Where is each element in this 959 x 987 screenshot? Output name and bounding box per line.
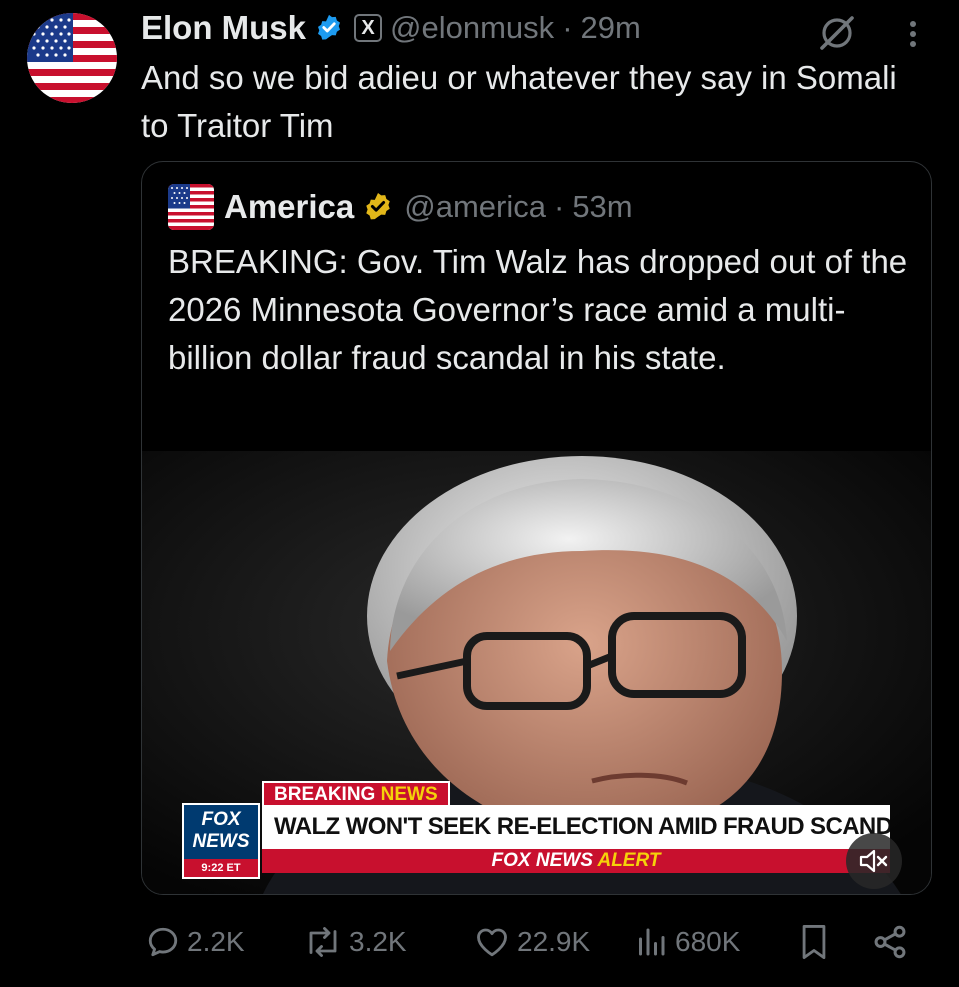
share-button[interactable] — [871, 918, 915, 966]
tweet-time[interactable]: 29m — [581, 10, 641, 46]
separator-dot: · — [562, 10, 573, 45]
share-icon — [874, 925, 906, 959]
reply-count: 2.2K — [187, 926, 245, 957]
bookmark-icon — [802, 925, 826, 959]
grok-icon[interactable] — [816, 12, 858, 54]
views-button[interactable]: 680K — [633, 918, 740, 966]
tweet-header: Elon Musk X @elonmusk · 29m — [141, 6, 641, 50]
quoted-video[interactable]: FOX NEWS 9:22 ET BREAKING NEWS WALZ WON'… — [142, 451, 931, 894]
heart-icon — [477, 928, 507, 957]
x-affiliate-badge-icon[interactable]: X — [354, 14, 383, 42]
verified-badge-icon[interactable] — [314, 13, 344, 43]
repost-button[interactable]: 3.2K — [303, 918, 407, 966]
alert-bar: FOX NEWS ALERT — [262, 849, 890, 873]
more-options-icon[interactable] — [898, 14, 928, 54]
repost-count: 3.2K — [349, 926, 407, 957]
gold-verified-badge-icon[interactable] — [362, 191, 394, 223]
breaking-tag-right: NEWS — [380, 784, 438, 805]
like-button[interactable]: 22.9K — [473, 918, 590, 966]
quoted-time[interactable]: 53m — [572, 189, 632, 225]
separator-dot: · — [553, 189, 565, 224]
alert-right: ALERT — [597, 850, 661, 871]
mute-button[interactable] — [846, 833, 902, 889]
quoted-tweet[interactable]: America @america · 53m BREAKING: Gov. Ti… — [141, 161, 932, 895]
quoted-author-handle[interactable]: @america — [404, 189, 546, 225]
like-count: 22.9K — [517, 926, 591, 957]
alert-left: FOX NEWS — [491, 850, 593, 871]
us-flag-avatar-icon — [168, 184, 214, 230]
us-flag-avatar-icon — [27, 13, 117, 103]
author-avatar[interactable] — [27, 13, 117, 103]
author-handle[interactable]: @elonmusk — [390, 10, 554, 46]
reply-button[interactable]: 2.2K — [145, 918, 245, 966]
breaking-tag-left: BREAKING — [274, 784, 376, 805]
repost-icon — [309, 927, 337, 957]
fox-news-logo: FOX NEWS 9:22 ET — [182, 803, 260, 879]
fox-logo-top: FOX — [201, 809, 241, 830]
reply-icon — [148, 927, 178, 957]
breaking-news-tag: BREAKING NEWS — [262, 781, 450, 807]
tweet-actions: 2.2K 3.2K 22.9K 680K — [141, 918, 931, 966]
analytics-icon — [639, 928, 665, 956]
quoted-text: BREAKING: Gov. Tim Walz has dropped out … — [168, 243, 908, 376]
news-chyron: FOX NEWS 9:22 ET BREAKING NEWS WALZ WON'… — [182, 781, 892, 881]
quoted-avatar[interactable] — [168, 184, 214, 230]
view-count: 680K — [675, 926, 741, 957]
speaker-muted-icon — [859, 849, 888, 873]
headline-bar: WALZ WON'T SEEK RE-ELECTION AMID FRAUD S… — [262, 805, 890, 849]
quoted-author-name[interactable]: America — [224, 188, 354, 226]
bookmark-button[interactable] — [797, 918, 837, 966]
author-name[interactable]: Elon Musk — [141, 9, 306, 47]
tweet-text: And so we bid adieu or whatever they say… — [141, 59, 897, 144]
quoted-header: America @america · 53m — [168, 184, 633, 230]
fox-logo-bottom: NEWS — [192, 831, 250, 852]
news-clock: 9:22 ET — [184, 859, 258, 877]
